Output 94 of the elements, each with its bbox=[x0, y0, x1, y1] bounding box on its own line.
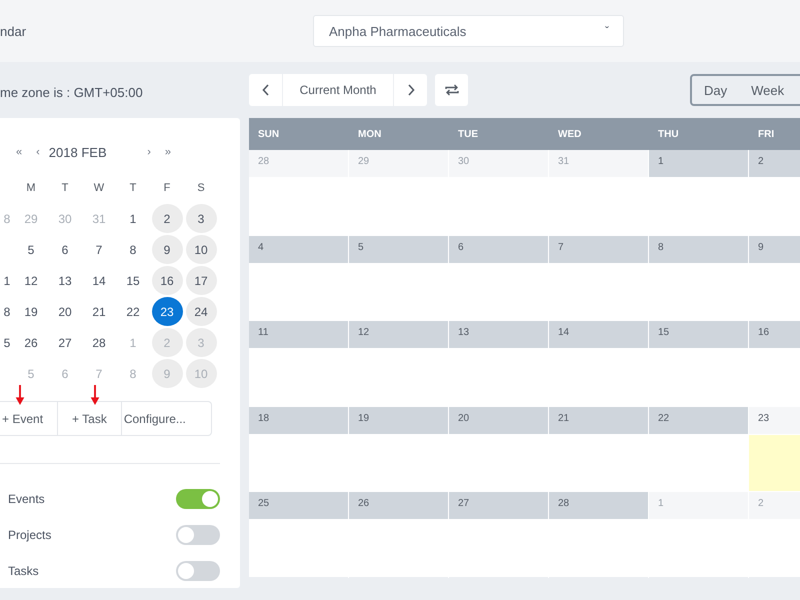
refresh-button[interactable] bbox=[435, 74, 468, 106]
toggle-switch[interactable] bbox=[176, 489, 220, 509]
weekday-label: S bbox=[197, 182, 205, 194]
date-cell: 29 bbox=[349, 150, 448, 178]
date-cell: 8 bbox=[649, 236, 748, 264]
day-cell[interactable]: 5 bbox=[16, 235, 46, 264]
weekday-label: W bbox=[94, 182, 104, 194]
date-cell: 21 bbox=[549, 406, 648, 434]
date-cell: 4 bbox=[249, 236, 348, 264]
toggle-label: Tasks bbox=[8, 564, 39, 578]
refresh-icon bbox=[444, 83, 458, 97]
column-header: FRI bbox=[757, 128, 776, 140]
day-cell[interactable]: 1 bbox=[0, 266, 14, 295]
date-cell: 7 bbox=[549, 236, 648, 264]
day-cell[interactable]: 5 bbox=[0, 328, 14, 357]
date-cell: 6 bbox=[449, 236, 548, 264]
day-cell[interactable]: 13 bbox=[50, 266, 80, 295]
chevron-left-icon bbox=[262, 84, 270, 96]
date-cell: 11 bbox=[249, 321, 348, 349]
toggle-switch[interactable] bbox=[176, 525, 220, 545]
nav-link[interactable]: › bbox=[142, 146, 156, 158]
day-cell[interactable]: 21 bbox=[84, 297, 114, 326]
date-cell: 28 bbox=[549, 492, 648, 520]
date-cell: 5 bbox=[349, 236, 448, 264]
column-header: THU bbox=[657, 128, 680, 140]
timezone-text: me zone is : GMT+05:00 bbox=[0, 84, 144, 102]
date-cell: 22 bbox=[649, 406, 748, 434]
action-button[interactable]: + Event bbox=[0, 402, 58, 435]
day-cell[interactable]: 27 bbox=[50, 328, 80, 357]
nav-link[interactable]: « bbox=[11, 146, 28, 158]
date-cell: 18 bbox=[249, 406, 348, 434]
day-cell[interactable]: 26 bbox=[16, 328, 46, 357]
date-cell: 16 bbox=[749, 321, 800, 349]
weekday-label: T bbox=[62, 182, 68, 194]
column-header: WED bbox=[557, 128, 582, 140]
column-header: MON bbox=[357, 128, 382, 140]
action-button[interactable]: + Task bbox=[58, 402, 121, 435]
caret-icon: ˇ bbox=[605, 24, 609, 38]
view-tab[interactable]: Week bbox=[739, 76, 796, 104]
day-cell[interactable]: 24 bbox=[186, 297, 216, 326]
nav-link[interactable]: » bbox=[160, 146, 176, 158]
date-cell: 31 bbox=[549, 150, 648, 178]
current-month-button[interactable]: Current Month bbox=[282, 74, 394, 106]
date-cell: 12 bbox=[349, 321, 448, 349]
date-cell: 15 bbox=[649, 321, 748, 349]
day-cell[interactable]: 2 bbox=[152, 204, 182, 233]
chevron-right-icon bbox=[406, 84, 414, 96]
day-cell[interactable]: 9 bbox=[152, 235, 182, 264]
day-cell[interactable]: 3 bbox=[186, 204, 216, 233]
toggle-label: Events bbox=[8, 492, 45, 506]
column-header: SUN bbox=[257, 128, 280, 140]
date-cell: 13 bbox=[449, 321, 548, 349]
day-cell[interactable]: 8 bbox=[0, 297, 14, 326]
weekday-label: T bbox=[130, 182, 136, 194]
date-cell: 28 bbox=[249, 150, 348, 178]
day-cell[interactable]: 16 bbox=[152, 266, 182, 295]
month-title: 2018 FEB bbox=[48, 144, 107, 160]
toggle-switch[interactable] bbox=[176, 561, 220, 581]
day-cell[interactable]: 28 bbox=[84, 328, 114, 357]
date-cell: 14 bbox=[549, 321, 648, 349]
page-title: ndar bbox=[0, 24, 28, 38]
day-cell[interactable]: 23 bbox=[152, 297, 182, 326]
date-cell: 23 bbox=[749, 406, 800, 434]
weekday-label: M bbox=[26, 182, 36, 194]
view-tab[interactable]: Day bbox=[692, 76, 740, 104]
day-cell[interactable]: 8 bbox=[118, 235, 148, 264]
date-cell: 9 bbox=[749, 236, 800, 264]
day-cell[interactable]: 6 bbox=[50, 235, 80, 264]
day-cell[interactable]: 19 bbox=[16, 297, 46, 326]
company-select[interactable]: Anpha Pharmaceuticals ˇ bbox=[313, 15, 624, 47]
day-cell[interactable]: 15 bbox=[118, 266, 148, 295]
nav-link[interactable]: ‹ bbox=[31, 146, 45, 158]
date-cell: 26 bbox=[349, 492, 448, 520]
day-cell[interactable]: 14 bbox=[84, 266, 114, 295]
column-header: TUE bbox=[457, 128, 479, 140]
action-button[interactable]: Configure... bbox=[122, 402, 200, 435]
weekday-label: F bbox=[164, 182, 170, 194]
date-cell: 25 bbox=[249, 492, 348, 520]
toggle-label: Projects bbox=[8, 528, 52, 542]
date-cell: 1 bbox=[649, 150, 748, 178]
day-cell[interactable]: 10 bbox=[186, 235, 216, 264]
date-cell: 2 bbox=[749, 492, 800, 520]
day-cell[interactable]: 12 bbox=[16, 266, 46, 295]
day-cell[interactable]: 20 bbox=[50, 297, 80, 326]
day-cell[interactable]: 17 bbox=[186, 266, 216, 295]
day-cell[interactable]: 7 bbox=[84, 235, 114, 264]
day-cell[interactable]: 22 bbox=[118, 297, 148, 326]
date-cell: 19 bbox=[349, 406, 448, 434]
date-cell: 20 bbox=[449, 406, 548, 434]
day-cell[interactable]: 1 bbox=[118, 204, 148, 233]
date-cell: 27 bbox=[449, 492, 548, 520]
date-cell: 1 bbox=[649, 492, 748, 520]
date-cell: 2 bbox=[749, 150, 800, 178]
date-cell: 30 bbox=[449, 150, 548, 178]
